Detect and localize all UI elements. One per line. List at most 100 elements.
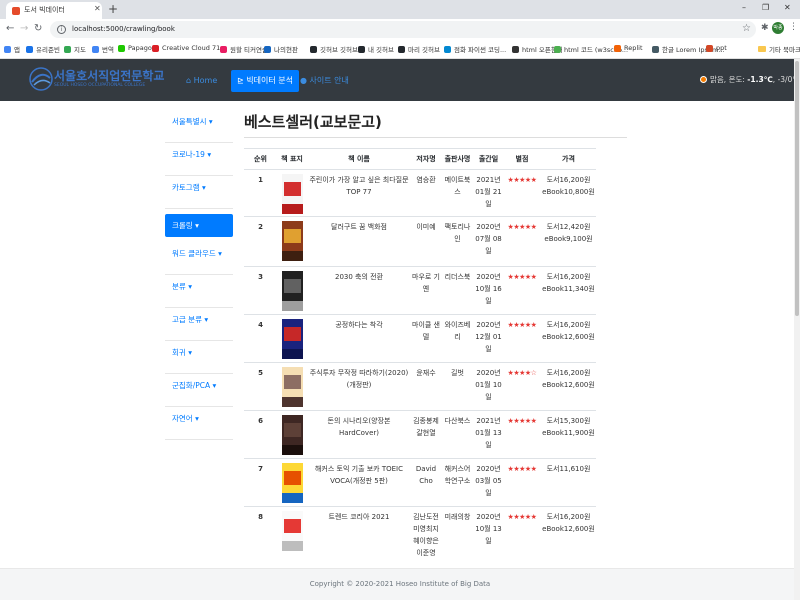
nav-home[interactable]: ⌂ Home <box>180 70 223 92</box>
book-title-cell[interactable]: 달러구트 꿈 백화점 <box>307 216 411 267</box>
sidebar-item[interactable]: 카토그램 ▾ <box>165 176 233 209</box>
caret-down-icon: ▾ <box>185 282 192 291</box>
tab-close-icon[interactable]: ✕ <box>94 4 101 13</box>
bookmark-item[interactable]: 유리준빈 <box>26 44 60 54</box>
browser-menu-icon[interactable]: ⋮ <box>789 22 798 32</box>
nav-site-info[interactable]: ● 사이트 안내 <box>294 70 355 92</box>
book-title-cell[interactable]: 트렌드 코리아 2021 <box>307 506 411 565</box>
publisher-cell: 메이트북스 <box>441 169 474 217</box>
browser-tab[interactable]: 도서 빅데이터 ✕ <box>6 2 102 19</box>
page-scrollbar[interactable] <box>794 59 800 600</box>
forward-icon[interactable]: → <box>20 23 28 35</box>
scrollbar-thumb[interactable] <box>795 61 799 316</box>
book-title-cell[interactable]: 해커스 토익 기출 보카 TOEIC VOCA(개정판 5판) <box>307 458 411 507</box>
bookmark-label: 유리준빈 <box>36 46 60 54</box>
close-window-button[interactable]: ✕ <box>784 3 791 12</box>
caret-down-icon: ▾ <box>215 249 222 258</box>
bookmark-favicon-icon <box>758 46 766 52</box>
price-cell: 도서15,300원 eBook11,900원 <box>541 410 596 459</box>
nav-bigdata[interactable]: ⊵ 빅데이터 분석 <box>231 70 299 92</box>
profile-avatar[interactable]: 박종 <box>772 22 784 34</box>
table-row[interactable]: 8 트렌드 코리아 2021 김난도전미영최지혜이향은이준영 미래의창 2020년 10… <box>244 506 596 565</box>
sidebar-item[interactable]: 고급 분류 ▾ <box>165 308 233 341</box>
bookmark-star-icon[interactable]: ☆ <box>742 23 751 34</box>
home-icon: ⌂ <box>186 76 192 85</box>
bookmark-favicon-icon <box>264 45 271 53</box>
bookmark-item[interactable]: Papago <box>118 44 152 52</box>
book-cover-image[interactable] <box>281 367 303 407</box>
bookmark-item[interactable]: Creative Cloud 71... <box>152 44 226 52</box>
book-cover-image[interactable] <box>281 319 303 359</box>
bookmark-favicon-icon <box>706 44 713 52</box>
extensions-icon[interactable]: ✱ <box>761 23 769 33</box>
book-title-cell[interactable]: 주식투자 무작정 따라하기(2020)(개정판) <box>307 362 411 411</box>
url-text[interactable]: localhost:5000/crawling/book <box>72 25 175 33</box>
pubdate-cell: 2020년 07월 08일 <box>474 216 503 267</box>
minimize-button[interactable]: – <box>742 3 746 12</box>
bookmark-favicon-icon <box>554 45 561 53</box>
bookmark-item[interactable]: ppt <box>706 44 727 52</box>
bookmark-item[interactable]: 내 깃허브 <box>358 44 394 54</box>
bookmark-favicon-icon <box>398 45 405 53</box>
price-cell: 도서16,200원 eBook12,600원 <box>541 314 596 363</box>
column-header: 책 표지 <box>277 148 307 170</box>
column-header: 순위 <box>244 148 277 170</box>
sidebar-item[interactable]: 군집화/PCA ▾ <box>165 374 233 407</box>
bookmark-item[interactable]: 번역 <box>92 44 114 54</box>
table-row[interactable]: 3 2030 축의 전환 마우로 기옌 리더스북 2020년 10월 16일 ★★★★★ 도… <box>244 266 596 315</box>
bookmark-item[interactable]: 지도 <box>64 44 86 54</box>
book-cover-image[interactable] <box>281 463 303 503</box>
pubdate-cell: 2020년 12월 01일 <box>474 314 503 363</box>
bookmark-item[interactable]: 점화 파이썬 코딩... <box>444 44 506 54</box>
bookmark-item[interactable]: 나의현판 <box>264 44 298 54</box>
rating-stars: ★★★★★ <box>507 321 537 329</box>
table-row[interactable]: 6 돈의 시나리오(양장본 HardCover) 김종봉제갈현열 다산북스 2021년 … <box>244 410 596 459</box>
table-row[interactable]: 4 공정하다는 착각 마이클 샌델 와이즈베리 2020년 12월 01일 ★★★★★ 도서… <box>244 314 596 363</box>
bookmark-label: 지도 <box>74 46 86 54</box>
sidebar-item[interactable]: 분류 ▾ <box>165 275 233 308</box>
weather-sun-icon <box>700 76 707 83</box>
title-divider <box>244 137 627 138</box>
sidebar-item-label: 회귀 <box>172 348 186 357</box>
new-tab-button[interactable]: + <box>108 2 118 16</box>
book-cover-image[interactable] <box>281 511 303 551</box>
book-cover-image[interactable] <box>281 415 303 455</box>
sidebar-item[interactable]: 워드 클라우드 ▾ <box>165 242 233 275</box>
rating-stars: ★★★★★ <box>507 465 537 473</box>
table-row[interactable]: 7 해커스 토익 기출 보카 TOEIC VOCA(개정판 5판) David Ch… <box>244 458 596 507</box>
caret-down-icon: ▾ <box>210 381 217 390</box>
bookmark-item[interactable]: 기타 북마크 <box>758 44 800 54</box>
bookmark-item[interactable]: 원할 티커연습 <box>220 44 268 54</box>
bookmark-item[interactable]: 마리 깃허브 <box>398 44 440 54</box>
book-title-cell[interactable]: 2030 축의 전환 <box>307 266 411 315</box>
bookmark-item[interactable]: 깃허브 깃허브 <box>310 44 358 54</box>
book-cover-image[interactable] <box>281 174 303 214</box>
bookmark-item[interactable]: 앱 <box>4 44 20 54</box>
back-icon[interactable]: ← <box>6 23 14 35</box>
copyright-text: Copyright © 2020-2021 Hoseo Institute of… <box>309 580 491 588</box>
table-row[interactable]: 2 달러구트 꿈 백화점 이미예 팩토리나인 2020년 07월 08일 ★★★★★ 도서1… <box>244 216 596 267</box>
book-cover-image[interactable] <box>281 221 303 261</box>
table-row[interactable]: 1 주린이가 가장 알고 싶은 최다질문 TOP 77 염승환 메이트북스 2021년 … <box>244 169 596 217</box>
sidebar-item[interactable]: 코로나-19 ▾ <box>165 143 233 176</box>
caret-down-icon: ▾ <box>206 117 213 126</box>
book-title-cell[interactable]: 주린이가 가장 알고 싶은 최다질문 TOP 77 <box>307 169 411 217</box>
sidebar-item[interactable]: 서울특별시 ▾ <box>165 110 233 143</box>
weather-prefix: 맑음, 온도: <box>710 75 745 84</box>
sidebar-item[interactable]: 크롤링 ▾ <box>165 214 233 237</box>
site-info-icon[interactable]: i <box>57 25 66 34</box>
page-title: 베스트셀러(교보문고) <box>244 113 382 131</box>
book-cover-image[interactable] <box>281 271 303 311</box>
pubdate-cell: 2021년 01월 21일 <box>474 169 503 217</box>
sidebar-item[interactable]: 자연어 ▾ <box>165 407 233 440</box>
maximize-button[interactable]: ❐ <box>762 3 769 12</box>
bookmark-item[interactable]: Replit <box>614 44 643 52</box>
sidebar-item[interactable]: 회귀 ▾ <box>165 341 233 374</box>
caret-down-icon: ▾ <box>199 183 206 192</box>
reload-icon[interactable]: ↻ <box>34 23 42 35</box>
pubdate-cell: 2020년 10월 16일 <box>474 266 503 315</box>
book-title-cell[interactable]: 공정하다는 착각 <box>307 314 411 363</box>
table-row[interactable]: 5 주식투자 무작정 따라하기(2020)(개정판) 윤재수 길벗 2020년 01월 … <box>244 362 596 411</box>
address-bar[interactable]: i localhost:5000/crawling/book ☆ <box>50 21 756 38</box>
book-title-cell[interactable]: 돈의 시나리오(양장본 HardCover) <box>307 410 411 459</box>
